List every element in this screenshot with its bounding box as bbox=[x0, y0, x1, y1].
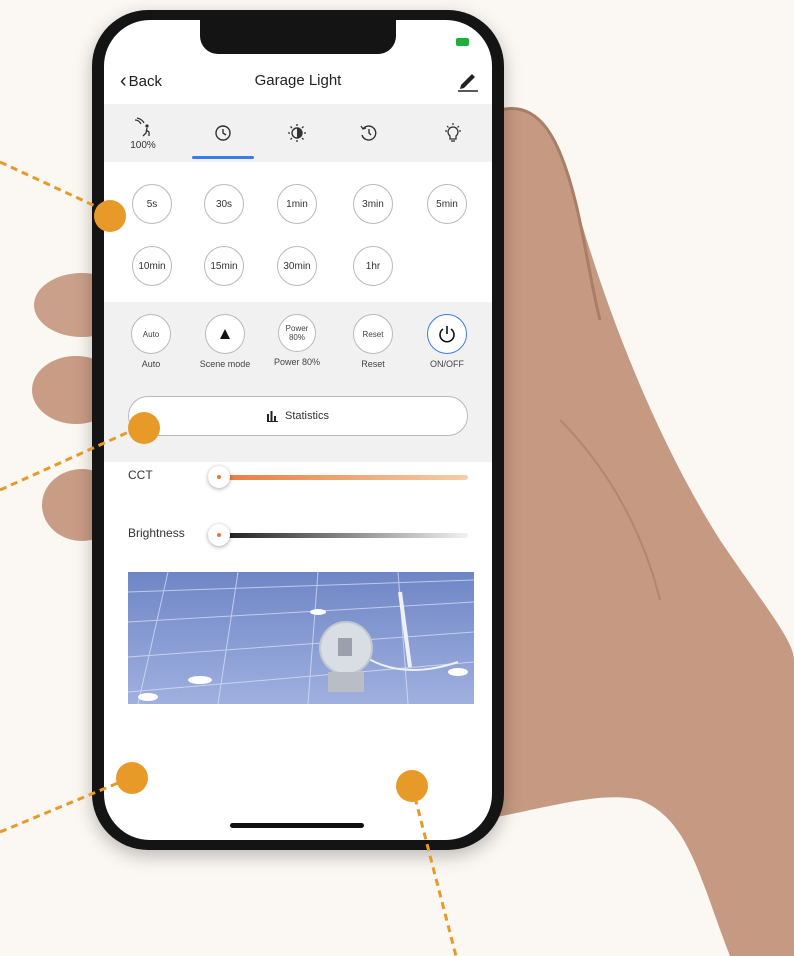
annotation-marker-lower-left bbox=[116, 762, 148, 794]
annotation-marker-statistics bbox=[128, 412, 160, 444]
annotation-marker-lower-right bbox=[396, 770, 428, 802]
annotation-lines bbox=[0, 160, 458, 956]
annotation-marker-time-options bbox=[94, 200, 126, 232]
